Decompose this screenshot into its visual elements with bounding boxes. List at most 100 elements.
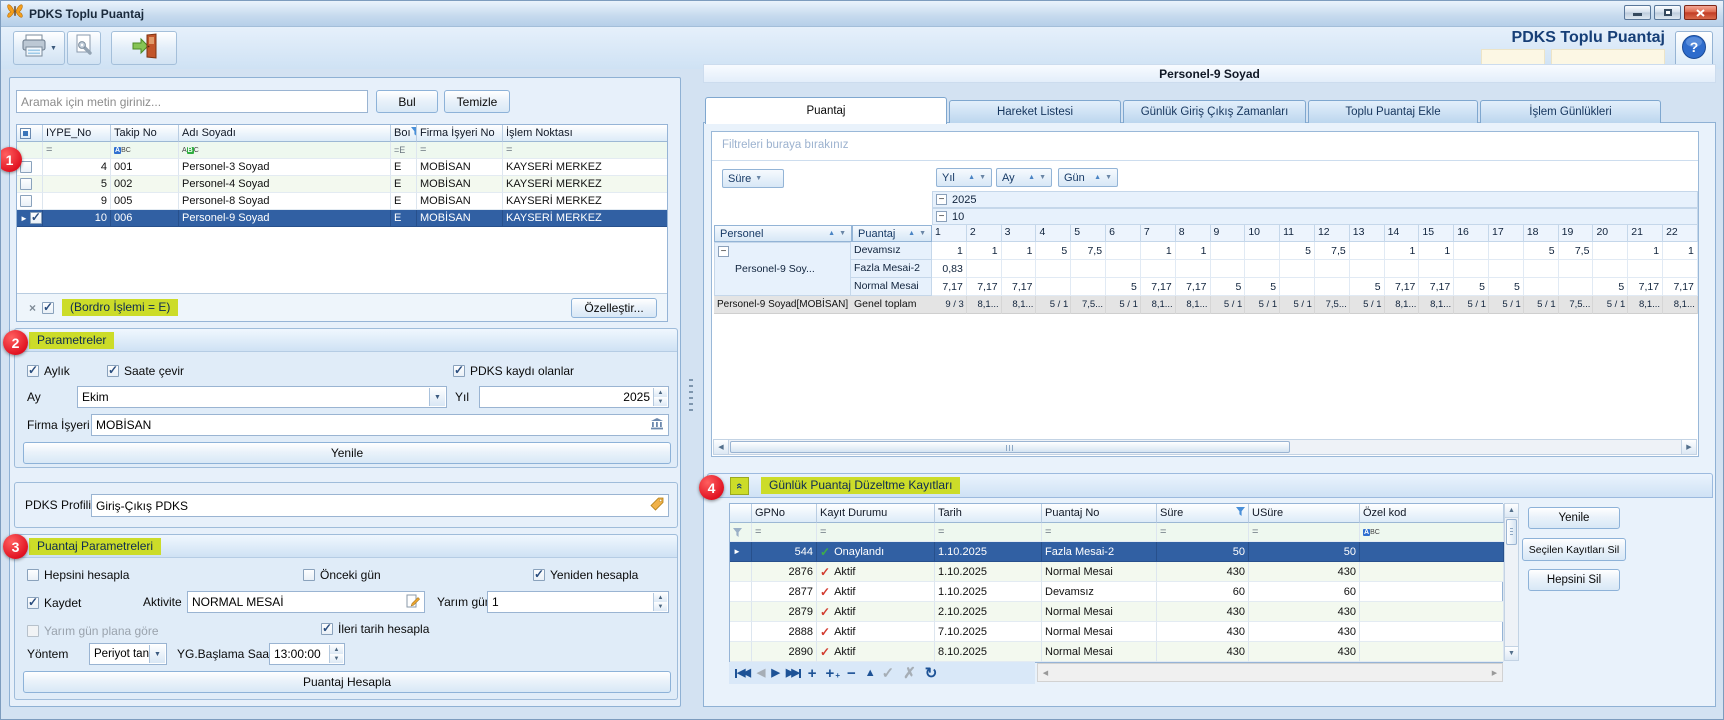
column-header-2[interactable]: Kayıt Durumu	[817, 504, 935, 523]
collapse-section-button[interactable]: «	[730, 477, 749, 495]
row-select-cell[interactable]	[730, 622, 752, 642]
pivot-day-column-header[interactable]: 3	[1002, 225, 1037, 242]
daily-grid-vertical-scrollbar[interactable]: ▲ ▼	[1504, 503, 1519, 661]
row-select-cell[interactable]	[17, 193, 43, 210]
pivot-day-column-header[interactable]: 7	[1141, 225, 1176, 242]
print-dropdown-caret[interactable]: ▼	[50, 45, 57, 52]
pivot-day-column-header[interactable]: 6	[1106, 225, 1141, 242]
pivot-field-sure[interactable]: Süre▼	[722, 169, 784, 188]
tag-icon[interactable]	[650, 497, 664, 514]
pivot-day-column-header[interactable]: 13	[1350, 225, 1385, 242]
filter-cell[interactable]: =	[503, 142, 668, 159]
find-button[interactable]: Bul	[376, 90, 438, 113]
calc-all-checkbox[interactable]: Hepsini hesapla	[27, 567, 129, 582]
pivot-row-header[interactable]: Devamsız	[851, 242, 932, 260]
pivot-day-column-header[interactable]: 21	[1628, 225, 1663, 242]
chevron-down-icon[interactable]: ▼	[1105, 174, 1112, 181]
pivot-day-column-header[interactable]: 9	[1211, 225, 1246, 242]
pivot-field-personel[interactable]: Personel▲▼	[714, 225, 852, 242]
filter-cell[interactable]: =	[817, 523, 935, 542]
pivot-horizontal-scrollbar[interactable]: ◀ ▶	[713, 439, 1697, 455]
pivot-day-column-header[interactable]: 1	[932, 225, 967, 242]
pivot-row-header[interactable]: Normal Mesai	[851, 278, 932, 296]
filter-cell[interactable]: =	[43, 142, 111, 159]
row-select-cell[interactable]	[730, 562, 752, 582]
pivot-field-puantaj[interactable]: Puantaj▲▼	[852, 225, 932, 242]
table-row[interactable]: 2888✓Aktif7.10.2025Normal Mesai430430	[730, 622, 1502, 642]
pivot-field-yil[interactable]: Yıl▲▼	[936, 168, 992, 187]
panel-splitter[interactable]	[689, 379, 693, 415]
tab-4[interactable]: Toplu Puantaj Ekle	[1308, 100, 1478, 123]
nav-refresh[interactable]: ↻	[925, 666, 940, 681]
delete-selected-button[interactable]: Seçilen Kayıtları Sil	[1522, 538, 1626, 561]
pivot-filter-dropzone[interactable]: Filtreleri buraya bırakınız	[712, 132, 1698, 161]
scrollbar-thumb[interactable]	[730, 441, 1290, 453]
table-row[interactable]: 2879✓Aktif2.10.2025Normal Mesai430430	[730, 602, 1502, 622]
row-select-cell[interactable]: ►	[17, 210, 43, 227]
calc-puantaj-button[interactable]: Puantaj Hesapla	[23, 671, 671, 693]
pivot-day-column-header[interactable]: 19	[1559, 225, 1594, 242]
minimize-button[interactable]	[1624, 5, 1651, 20]
filter-cell[interactable]: = E	[391, 142, 417, 159]
chevron-down-icon[interactable]: ▼	[429, 388, 445, 406]
pivot-day-column-header[interactable]: 10	[1245, 225, 1280, 242]
filter-cell[interactable]: =	[1249, 523, 1360, 542]
restore-button[interactable]	[1654, 5, 1681, 20]
column-header-6[interactable]: İşlem Noktası	[503, 125, 668, 142]
pivot-day-column-header[interactable]: 14	[1385, 225, 1420, 242]
table-row[interactable]: ►10006Personel-9 SoyadEMOBİSANKAYSERİ ME…	[17, 210, 667, 227]
filter-cell[interactable]: =	[1157, 523, 1249, 542]
filter-funnel-icon[interactable]	[730, 523, 752, 542]
pivot-day-column-header[interactable]: 15	[1419, 225, 1454, 242]
recalc-checkbox[interactable]: Yeniden hesapla	[533, 567, 638, 582]
monthly-checkbox[interactable]: Aylık	[27, 363, 70, 378]
pdks-records-checkbox[interactable]: PDKS kaydı olanlar	[453, 363, 574, 378]
save-checkbox[interactable]: Kaydet	[27, 595, 81, 610]
pivot-day-column-header[interactable]: 4	[1036, 225, 1071, 242]
tab-5[interactable]: İşlem Günlükleri	[1480, 100, 1661, 123]
tab-1[interactable]: Puantaj	[705, 97, 947, 124]
table-row[interactable]: 2876✓Aktif1.10.2025Normal Mesai430430	[730, 562, 1502, 582]
row-select-cell[interactable]: ►	[730, 542, 752, 562]
remove-filter-icon[interactable]: ×	[29, 301, 36, 315]
column-header-1[interactable]: IYPE_No	[43, 125, 111, 142]
edit-icon[interactable]	[406, 594, 420, 611]
row-select-cell[interactable]	[730, 582, 752, 602]
nav-edit[interactable]: ▲	[865, 668, 875, 679]
spinner-arrows-icon[interactable]: ▲▼	[653, 388, 667, 406]
pivot-day-column-header[interactable]: 20	[1593, 225, 1628, 242]
filter-active-checkbox[interactable]	[42, 302, 54, 314]
column-header-7[interactable]: Özel kod	[1360, 504, 1504, 523]
bank-icon[interactable]	[650, 417, 664, 433]
column-header-6[interactable]: USüre	[1249, 504, 1360, 523]
collapse-minus-icon[interactable]: −	[936, 194, 947, 205]
filter-cell[interactable]: =	[1042, 523, 1157, 542]
convert-hours-checkbox[interactable]: Saate çevir	[107, 363, 184, 378]
filter-cell[interactable]: ABC	[111, 142, 179, 159]
nav-insert[interactable]: +	[808, 666, 819, 681]
filter-cell[interactable]: ABC	[1360, 523, 1504, 542]
scroll-down-icon[interactable]: ▼	[1505, 646, 1518, 660]
delete-all-button[interactable]: Hepsini Sil	[1528, 569, 1620, 591]
scroll-left-icon[interactable]: ◀	[1038, 664, 1053, 681]
pivot-day-column-header[interactable]: 18	[1524, 225, 1559, 242]
nav-delete[interactable]: −	[847, 666, 858, 681]
column-header-4[interactable]: Puantaj No	[1042, 504, 1157, 523]
chevron-down-icon[interactable]: ▼	[919, 230, 926, 237]
row-select-cell[interactable]	[730, 602, 752, 622]
scroll-left-icon[interactable]: ◀	[714, 440, 729, 454]
filter-cell[interactable]: =	[935, 523, 1042, 542]
filter-cell[interactable]: ABC	[179, 142, 391, 159]
scroll-up-icon[interactable]: ▲	[1505, 504, 1518, 518]
row-select-cell[interactable]	[17, 176, 43, 193]
table-row[interactable]: 9005Personel-8 SoyadEMOBİSANKAYSERİ MERK…	[17, 193, 667, 210]
row-checkbox[interactable]	[20, 178, 32, 190]
chevron-down-icon[interactable]: ▼	[755, 175, 762, 182]
month-combobox[interactable]: Ekim▼	[77, 386, 447, 408]
forward-date-checkbox[interactable]: İleri tarih hesapla	[321, 621, 429, 636]
method-combobox[interactable]: Periyot tan▼	[89, 643, 167, 665]
table-row[interactable]: 2890✓Aktif8.10.2025Normal Mesai430430	[730, 642, 1502, 662]
pivot-row-group-cell[interactable]: − Personel-9 Soy...	[714, 242, 851, 296]
spinner-arrows-icon[interactable]: ▲▼	[653, 593, 667, 611]
pivot-field-gun[interactable]: Gün▲▼	[1058, 168, 1118, 187]
